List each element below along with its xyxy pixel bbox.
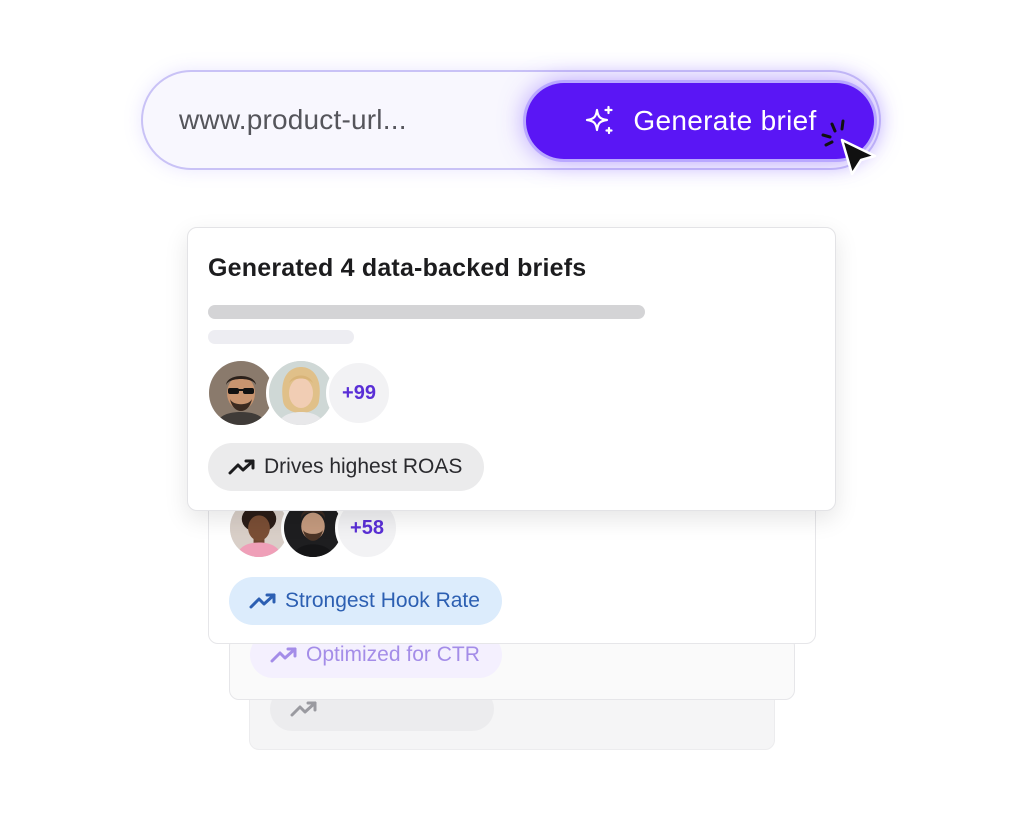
creator-count: +99 [326, 360, 392, 426]
skeleton-line [208, 305, 645, 319]
trending-up-icon [249, 593, 276, 609]
highest-roas-tag: Drives highest ROAS [208, 443, 485, 491]
trending-up-icon [270, 647, 297, 663]
card-title: Generated 4 data-backed briefs [208, 254, 587, 282]
url-input-text[interactable]: www.product-url... [179, 72, 407, 168]
trending-up-icon [228, 459, 255, 475]
skeleton-line [208, 330, 354, 344]
brief-card-main[interactable]: Generated 4 data-backed briefs +99 Drive… [187, 227, 836, 511]
sparkle-icon [586, 105, 613, 135]
optimized-ctr-label: Optimized for CTR [306, 643, 480, 666]
strongest-hook-label: Strongest Hook Rate [285, 589, 480, 612]
trending-up-icon [290, 701, 317, 717]
url-input-bar[interactable]: www.product-url... Generate brief [141, 70, 881, 170]
highest-roas-label: Drives highest ROAS [264, 455, 463, 478]
generate-brief-label: Generate brief [633, 105, 817, 136]
brief-card-3[interactable]: Optimized for CTR [229, 632, 795, 700]
creator-avatars: +99 [206, 358, 392, 428]
strongest-hook-tag: Strongest Hook Rate [229, 577, 502, 625]
cursor-click-icon [818, 118, 882, 180]
brief-card-2[interactable]: +58 Strongest Hook Rate [208, 496, 816, 644]
